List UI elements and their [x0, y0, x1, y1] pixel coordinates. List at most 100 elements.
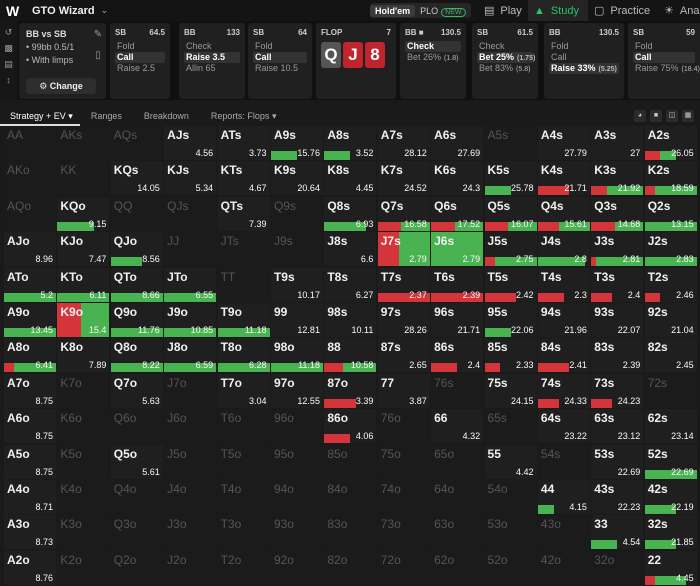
hand-cell[interactable]: 75o [377, 444, 430, 479]
hand-cell[interactable]: 66 4.32 [431, 409, 484, 444]
hand-cell[interactable]: K4o [57, 479, 110, 514]
hand-cell[interactable]: T9o 11.18 [217, 302, 270, 337]
hand-cell[interactable]: 83o [324, 515, 377, 550]
split-view-icon[interactable]: ◫ [666, 110, 678, 122]
hand-cell[interactable]: A5s [484, 126, 537, 160]
hand-cell[interactable]: 43s 22.23 [591, 479, 644, 514]
hand-cell[interactable]: A4s 27.79 [537, 126, 590, 160]
hand-cell[interactable]: 53o [484, 515, 537, 550]
hand-cell[interactable]: 96o [270, 409, 323, 444]
hand-cell[interactable]: 93s 22.07 [591, 302, 644, 337]
action-option-selected[interactable]: Raise 33% (5.25) [549, 63, 619, 74]
hand-cell[interactable]: 83s 2.39 [591, 338, 644, 373]
hand-cell[interactable]: 73o [377, 515, 430, 550]
action-option[interactable]: Raise 2.5 [115, 63, 165, 74]
hand-cell[interactable]: J2s 2.83 [644, 232, 697, 267]
hand-cell[interactable]: J4s 2.8 [537, 232, 590, 267]
plo-toggle[interactable]: PLO NEW [415, 5, 470, 17]
hand-cell[interactable]: 94s 21.96 [537, 302, 590, 337]
hand-cell[interactable]: 88 10.58 [324, 338, 377, 373]
hand-cell[interactable]: K5o [57, 444, 110, 479]
hand-cell[interactable]: 72o [377, 550, 430, 585]
hand-cell[interactable]: AA [4, 126, 56, 160]
hand-cell[interactable]: 96s 21.71 [431, 302, 484, 337]
app-logo[interactable]: W [6, 3, 22, 19]
action-option[interactable]: Check [477, 41, 533, 52]
hand-cell[interactable]: 75s 24.15 [484, 373, 537, 408]
hand-cell[interactable]: J9o 10.85 [164, 302, 217, 337]
hand-cell[interactable]: QQ [110, 196, 163, 231]
action-card-bb-3[interactable]: BB 130.5 Fold Call Raise 33% (5.25) [544, 23, 624, 99]
action-option-selected[interactable]: Call [253, 52, 307, 63]
hand-cell[interactable]: 53s 22.69 [591, 444, 644, 479]
hand-cell[interactable]: 63s 23.12 [591, 409, 644, 444]
nav-play[interactable]: ▤ Play [478, 0, 528, 21]
hand-cell[interactable]: ATs 3.73 [217, 126, 270, 160]
hand-cell[interactable]: 86o 4.06 [324, 409, 377, 444]
hand-cell[interactable]: J5s 2.75 [484, 232, 537, 267]
hand-cell[interactable]: JTs [217, 232, 270, 267]
hand-cell[interactable]: 65s [484, 409, 537, 444]
action-option[interactable]: Fold [115, 41, 165, 52]
action-option[interactable]: Fold [633, 41, 695, 52]
hand-cell[interactable]: T2s 2.46 [644, 267, 697, 302]
hand-cell[interactable]: A6o 8.75 [4, 409, 56, 444]
hand-cell[interactable]: 99 12.81 [270, 302, 323, 337]
hand-cell[interactable]: QJs [164, 196, 217, 231]
hand-cell[interactable]: Q6s 17.52 [431, 196, 484, 231]
hand-cell[interactable]: 43o [537, 515, 590, 550]
hand-cell[interactable]: KQs 14.05 [110, 161, 163, 196]
hand-cell[interactable]: 64o [431, 479, 484, 514]
tab-ranges[interactable]: Ranges [91, 111, 122, 121]
nav-study[interactable]: ▲ Study [528, 0, 588, 21]
hand-cell[interactable]: J7o [164, 373, 217, 408]
hand-cell[interactable]: 84s 2.41 [537, 338, 590, 373]
hand-cell[interactable]: 62s 23.14 [644, 409, 697, 444]
action-option-selected[interactable]: Bet 25% (1.75) [477, 52, 535, 63]
hand-cell[interactable]: Q9s [270, 196, 323, 231]
hand-cell[interactable]: T4o [217, 479, 270, 514]
hand-cell[interactable]: Q2o [110, 550, 163, 585]
hand-cell[interactable]: T4s 2.3 [537, 267, 590, 302]
hand-cell[interactable]: JJ [164, 232, 217, 267]
hand-cell[interactable]: T3s 2.4 [591, 267, 644, 302]
hand-cell[interactable]: T7o 3.04 [217, 373, 270, 408]
hand-cell[interactable]: QTs 7.39 [217, 196, 270, 231]
hand-cell[interactable]: A4o 8.71 [4, 479, 56, 514]
hand-cell[interactable]: 33 4.54 [591, 515, 644, 550]
action-option-selected[interactable]: Check [405, 41, 461, 52]
hand-cell[interactable]: Q5s 16.07 [484, 196, 537, 231]
hand-cell[interactable]: Q7o 5.63 [110, 373, 163, 408]
hand-cell[interactable]: T3o [217, 515, 270, 550]
hand-cell[interactable]: 64s 23.22 [537, 409, 590, 444]
hand-cell[interactable]: Q3s 14.68 [591, 196, 644, 231]
nav-analyze[interactable]: ☀ Ana [664, 0, 700, 21]
hand-cell[interactable]: AJs 4.56 [164, 126, 217, 160]
hand-cell[interactable]: J5o [164, 444, 217, 479]
hand-cell[interactable]: KQo 9.15 [57, 196, 110, 231]
hand-cell[interactable]: T5o [217, 444, 270, 479]
action-option[interactable]: Bet 83% (5.8) [477, 63, 533, 74]
hand-cell[interactable]: AKs [57, 126, 110, 160]
hand-cell[interactable]: 82s 2.45 [644, 338, 697, 373]
action-card-bb-2[interactable]: BB ■ 130.5 Check Bet 26% (1.8) [400, 23, 466, 99]
action-card-sb-3[interactable]: SB 61.5 Check Bet 25% (1.75) Bet 83% (5.8) [472, 23, 538, 99]
hand-cell[interactable]: T8o 6.28 [217, 338, 270, 373]
hand-cell[interactable]: KTs 4.67 [217, 161, 270, 196]
hand-cell[interactable]: 76o [377, 409, 430, 444]
hand-cell[interactable]: 74s 24.33 [537, 373, 590, 408]
hand-cell[interactable]: T7s 2.37 [377, 267, 430, 302]
hand-cell[interactable]: A8o 6.41 [4, 338, 56, 373]
hand-cell[interactable]: J9s [270, 232, 323, 267]
hand-cell[interactable]: Q5o 5.61 [110, 444, 163, 479]
action-card-sb-1[interactable]: SB 64.5 Fold Call Raise 2.5 [110, 23, 170, 99]
app-title[interactable]: GTO Wizard [32, 5, 95, 17]
action-card-sb-2[interactable]: SB 64 Fold Call Raise 10.5 [248, 23, 312, 99]
hand-cell[interactable]: T6s 2.39 [431, 267, 484, 302]
action-option[interactable]: Raise 10.5 [253, 63, 307, 74]
hand-cell[interactable]: J2o [164, 550, 217, 585]
hand-cell[interactable]: KJo 7.47 [57, 232, 110, 267]
hand-cell[interactable]: J6o [164, 409, 217, 444]
hand-cell[interactable]: Q3o [110, 515, 163, 550]
hand-cell[interactable]: AKo [4, 161, 56, 196]
